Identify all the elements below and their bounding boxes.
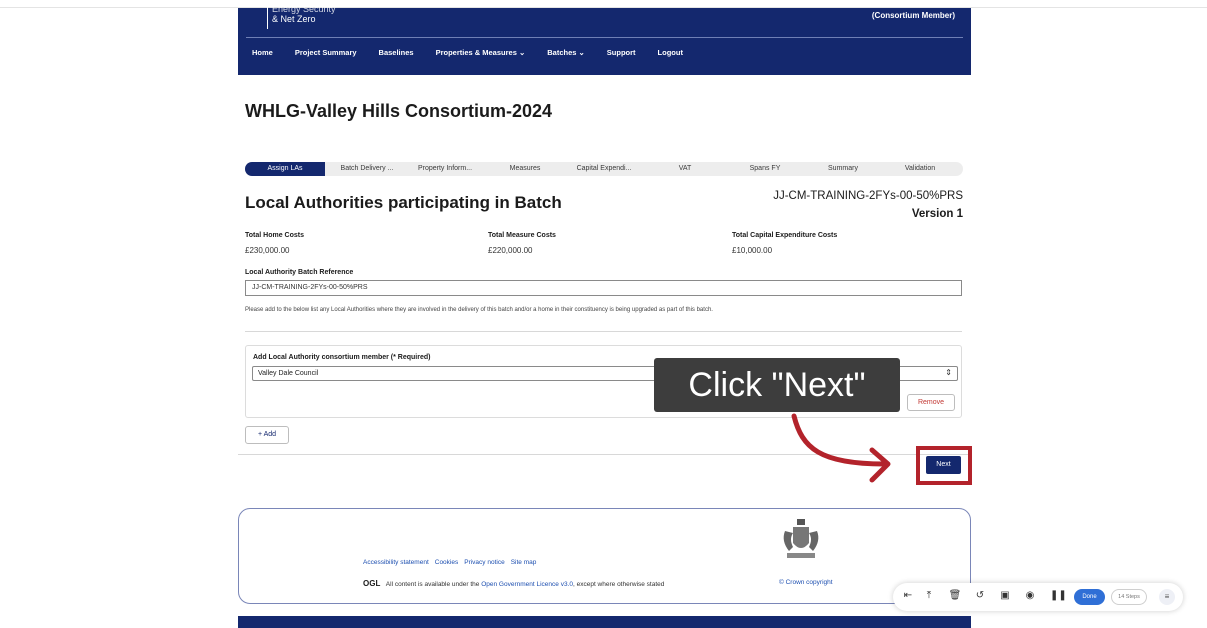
- path-step-validation[interactable]: Validation: [890, 162, 950, 176]
- path-step-vat[interactable]: VAT: [655, 162, 715, 176]
- trash-icon[interactable]: 🗑: [948, 590, 962, 601]
- pause-icon[interactable]: ❚❚: [1050, 590, 1067, 601]
- logo-line-2: & Net Zero: [272, 14, 316, 24]
- path-step-assign-las[interactable]: Assign LAs: [245, 162, 325, 176]
- licence-suffix: , except where otherwise stated: [572, 581, 665, 588]
- member-label: (Consortium Member): [871, 11, 955, 20]
- recorder-toolbar: ⇤ ⤒ 🗑 ↺ ▣ ◉ ❚❚ Done 14 Steps ≡: [893, 583, 1183, 611]
- section-title: Local Authorities participating in Batch: [245, 193, 562, 212]
- nav-baselines[interactable]: Baselines: [379, 48, 414, 57]
- total-measure-costs-value: £220,000.00: [488, 246, 533, 255]
- footer-link-cookies[interactable]: Cookies: [435, 559, 458, 566]
- add-button[interactable]: + Add: [245, 426, 289, 444]
- crown-copyright[interactable]: © Crown copyright: [779, 579, 833, 586]
- upload-icon[interactable]: ⤒: [922, 590, 936, 601]
- menu-icon[interactable]: ≡: [1159, 589, 1175, 605]
- instruction-callout: Click "Next": [654, 358, 900, 412]
- batch-version: Version 1: [911, 208, 963, 220]
- path-step-property-information[interactable]: Property Inform...: [407, 162, 483, 176]
- licence-prefix: All content is available under the: [385, 581, 480, 588]
- header-divider: [246, 37, 963, 38]
- footer-link-privacy[interactable]: Privacy notice: [464, 559, 504, 566]
- total-capex-costs-value: £10,000.00: [732, 246, 773, 255]
- footer-licence: OGL All content is available under the O…: [363, 579, 664, 588]
- path-step-capital-expenditure[interactable]: Capital Expendi...: [567, 162, 641, 176]
- footer-bar: [238, 616, 971, 628]
- remove-button[interactable]: Remove: [907, 394, 955, 411]
- reference-label: Local Authority Batch Reference: [245, 269, 354, 276]
- reference-input[interactable]: JJ-CM-TRAINING-2FYs-00-50%PRS: [245, 280, 962, 296]
- site-footer: Accessibility statement Cookies Privacy …: [238, 508, 971, 604]
- page-title: WHLG-Valley Hills Consortium-2024: [245, 101, 553, 121]
- total-home-costs-label: Total Home Costs: [245, 232, 304, 239]
- path-step-measures[interactable]: Measures: [495, 162, 555, 176]
- nav-properties-measures[interactable]: Properties & Measures ⌄: [436, 48, 526, 57]
- divider: [245, 331, 962, 332]
- total-capex-costs-label: Total Capital Expenditure Costs: [732, 232, 838, 239]
- blur-icon[interactable]: ◉: [1023, 590, 1037, 601]
- site-header: Energy Security & Net Zero (Consortium M…: [238, 4, 971, 75]
- done-button[interactable]: Done: [1074, 589, 1105, 605]
- logo-line-1: Energy Security: [272, 4, 336, 14]
- total-measure-costs-label: Total Measure Costs: [488, 232, 556, 239]
- batch-reference: JJ-CM-TRAINING-2FYs-00-50%PRS: [773, 190, 963, 202]
- screen: Energy Security & Net Zero (Consortium M…: [0, 0, 1207, 628]
- footer-links: Accessibility statement Cookies Privacy …: [363, 559, 536, 566]
- total-home-costs-value: £230,000.00: [245, 246, 290, 255]
- nav-support[interactable]: Support: [607, 48, 636, 57]
- nav-project-summary[interactable]: Project Summary: [295, 48, 357, 57]
- undo-icon[interactable]: ↺: [973, 590, 987, 601]
- department-logo[interactable]: Energy Security & Net Zero: [272, 4, 336, 24]
- nav-home[interactable]: Home: [252, 48, 273, 57]
- path-step-summary[interactable]: Summary: [813, 162, 873, 176]
- select-arrows-icon: ⇕: [945, 368, 952, 377]
- next-button[interactable]: Next: [926, 456, 961, 474]
- footer-link-sitemap[interactable]: Site map: [511, 559, 537, 566]
- la-member-selected: Valley Dale Council: [258, 370, 319, 377]
- logo-divider: [267, 7, 268, 29]
- nav-batches[interactable]: Batches ⌄: [547, 48, 585, 57]
- progress-path: Assign LAs Batch Delivery ... Property I…: [245, 162, 963, 176]
- steps-counter[interactable]: 14 Steps: [1111, 589, 1147, 605]
- skip-start-icon[interactable]: ⇤: [901, 590, 915, 601]
- licence-link[interactable]: Open Government Licence v3.0: [481, 581, 573, 588]
- path-step-spans-fy[interactable]: Spans FY: [735, 162, 795, 176]
- ogl-logo: OGL: [363, 579, 381, 588]
- main-nav: Home Project Summary Baselines Propertie…: [252, 48, 683, 57]
- footer-link-accessibility[interactable]: Accessibility statement: [363, 559, 429, 566]
- curved-arrow-icon: [791, 413, 891, 483]
- royal-crest-icon: [783, 519, 819, 558]
- la-member-label: Add Local Authority consortium member (*…: [253, 354, 431, 361]
- nav-logout[interactable]: Logout: [658, 48, 683, 57]
- path-step-batch-delivery[interactable]: Batch Delivery ...: [331, 162, 403, 176]
- help-text: Please add to the below list any Local A…: [245, 307, 713, 313]
- image-icon[interactable]: ▣: [998, 590, 1012, 601]
